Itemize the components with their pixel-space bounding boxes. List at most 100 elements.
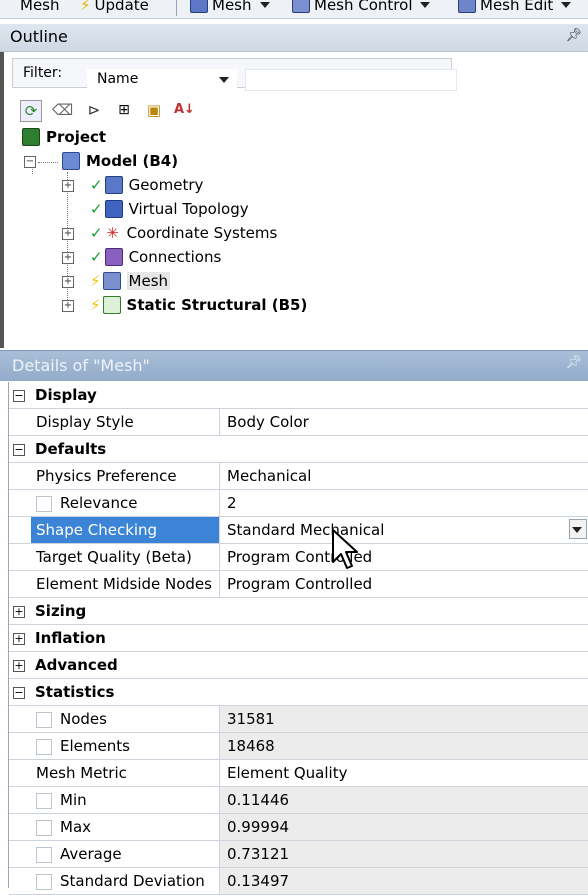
chevron-down-icon — [219, 77, 229, 83]
mesh-toolbar-button[interactable]: Mesh — [20, 0, 60, 14]
tree-node-label: Project — [46, 128, 107, 146]
collapse-icon[interactable]: − — [24, 156, 36, 168]
category-display[interactable]: − Display — [9, 382, 588, 409]
outline-title: Outline — [10, 27, 68, 46]
expand-icon[interactable]: + — [13, 633, 25, 645]
filter-type-select[interactable]: Name — [87, 69, 237, 91]
property-value[interactable]: Program Controlled — [220, 544, 588, 570]
connections-icon — [104, 248, 123, 266]
chevron-down-icon — [572, 527, 582, 533]
tree-node-label: Virtual Topology — [128, 200, 249, 218]
parameter-checkbox[interactable] — [36, 712, 52, 728]
virtual-topology-icon — [104, 200, 123, 218]
filter-bar: Filter: Name — [12, 58, 457, 91]
property-value[interactable]: Program Controlled — [220, 571, 588, 597]
mesh-edit-button[interactable]: Mesh Edit — [458, 0, 572, 14]
expand-icon[interactable]: + — [13, 606, 25, 618]
parameter-checkbox[interactable] — [36, 820, 52, 836]
expand-all-icon[interactable]: ⊞ — [114, 100, 134, 120]
pin-icon[interactable]: 📌︎ — [565, 28, 582, 43]
property-name: Physics Preference — [31, 463, 220, 489]
coordinate-axes-icon: ✳ — [106, 224, 119, 242]
property-name: Standard Deviation — [31, 868, 220, 894]
mesh-edit-label: Mesh Edit — [480, 0, 554, 14]
parameter-checkbox[interactable] — [36, 793, 52, 809]
details-grid: − Display Display Style Body Color − Def… — [8, 382, 588, 895]
tree-node-mesh[interactable]: ⚡ Mesh — [90, 270, 171, 292]
category-inflation[interactable]: + Inflation — [9, 625, 588, 652]
tree-node-virtual-topology[interactable]: ✓ Virtual Topology — [90, 198, 249, 220]
property-value[interactable]: Element Quality — [220, 760, 588, 786]
pin-icon[interactable]: 📌︎ — [565, 355, 582, 370]
tree-node-project[interactable]: Project — [22, 126, 106, 148]
chevron-down-icon — [420, 2, 431, 8]
tree-node-label: Static Structural (B5) — [126, 296, 308, 314]
parameter-checkbox[interactable] — [36, 847, 52, 863]
expand-icon[interactable]: + — [13, 660, 25, 672]
tree-node-coordinate-systems[interactable]: ✓ ✳ Coordinate Systems — [90, 222, 277, 244]
sort-az-icon[interactable]: A↓ — [174, 100, 195, 120]
property-value[interactable]: Mechanical — [220, 463, 588, 489]
mesh-dropdown-button[interactable]: Mesh — [190, 0, 270, 14]
dropdown-button[interactable] — [569, 519, 587, 539]
tree-node-label: Mesh — [126, 272, 171, 290]
category-advanced[interactable]: + Advanced — [9, 652, 588, 679]
property-name: Mesh Metric — [31, 760, 220, 786]
category-defaults[interactable]: − Defaults — [9, 436, 588, 463]
property-name: Target Quality (Beta) — [31, 544, 220, 570]
category-sizing[interactable]: + Sizing — [9, 598, 588, 625]
parameter-checkbox[interactable] — [36, 496, 52, 512]
category-statistics[interactable]: − Statistics — [9, 679, 588, 706]
property-row-shape-checking: Shape Checking Standard Mechanical — [9, 517, 588, 544]
collapse-icon[interactable]: − — [13, 444, 25, 456]
details-title: Details of "Mesh" — [12, 356, 150, 375]
property-name: Display Style — [31, 409, 220, 435]
mesh-control-icon — [292, 0, 310, 13]
mesh-icon — [102, 272, 121, 290]
expand-icon[interactable]: + — [62, 300, 74, 312]
tree-node-static-structural[interactable]: ⚡ Static Structural (B5) — [90, 294, 307, 316]
expand-icon[interactable]: + — [62, 180, 74, 192]
expand-icon[interactable]: + — [62, 252, 74, 264]
shape-checking-dropdown[interactable]: Standard Mechanical — [220, 517, 588, 543]
property-name: Average — [31, 841, 220, 867]
collapse-icon[interactable]: − — [13, 390, 25, 402]
mesh-control-button[interactable]: Mesh Control — [292, 0, 431, 14]
property-row-display-style: Display Style Body Color — [9, 409, 588, 436]
property-value: 0.13497 — [220, 868, 588, 894]
lightning-icon: ⚡ — [90, 272, 101, 290]
category-label: Advanced — [35, 656, 118, 674]
static-structural-icon — [102, 296, 121, 314]
chevron-down-icon — [259, 2, 270, 8]
toolbar-separator — [176, 0, 177, 16]
tree-node-label: Coordinate Systems — [126, 224, 278, 242]
expand-icon[interactable]: + — [62, 276, 74, 288]
tree-connector — [38, 162, 58, 163]
main-toolbar: Mesh ⚡ Update Mesh Mesh Control Mesh Edi… — [0, 0, 588, 19]
property-row-nodes: Nodes 31581 — [9, 706, 588, 733]
update-button[interactable]: ⚡ Update — [80, 0, 149, 14]
property-row-elements: Elements 18468 — [9, 733, 588, 760]
tree-icon[interactable]: ⊳ — [84, 100, 104, 120]
refresh-icon[interactable]: ⟳ — [20, 100, 42, 122]
property-value: 0.99994 — [220, 814, 588, 840]
tree-node-label: Connections — [128, 248, 222, 266]
filter-text-input[interactable] — [245, 69, 457, 91]
parameter-checkbox[interactable] — [36, 739, 52, 755]
eraser-icon[interactable]: ⌫ — [52, 100, 73, 120]
property-value[interactable]: 2 — [220, 490, 588, 516]
collapse-icon[interactable]: − — [13, 687, 25, 699]
check-icon: ✓ — [90, 200, 103, 218]
tree-node-model[interactable]: Model (B4) — [62, 150, 178, 172]
property-row-element-midside-nodes: Element Midside Nodes Program Controlled — [9, 571, 588, 598]
property-name: Element Midside Nodes — [31, 571, 220, 597]
expand-icon[interactable]: + — [62, 228, 74, 240]
tree-node-geometry[interactable]: ✓ Geometry — [90, 174, 203, 196]
property-value[interactable]: Body Color — [220, 409, 588, 435]
folder-icon[interactable]: ▣ — [144, 100, 164, 120]
model-icon — [62, 152, 80, 170]
outline-panel: Filter: Name ⟳ ⌫ ⊳ ⊞ ▣ A↓ Project − Mode… — [0, 52, 588, 348]
tree-node-connections[interactable]: ✓ Connections — [90, 246, 221, 268]
details-header: Details of "Mesh" 📌︎ — [0, 350, 588, 381]
property-name: Min — [31, 787, 220, 813]
